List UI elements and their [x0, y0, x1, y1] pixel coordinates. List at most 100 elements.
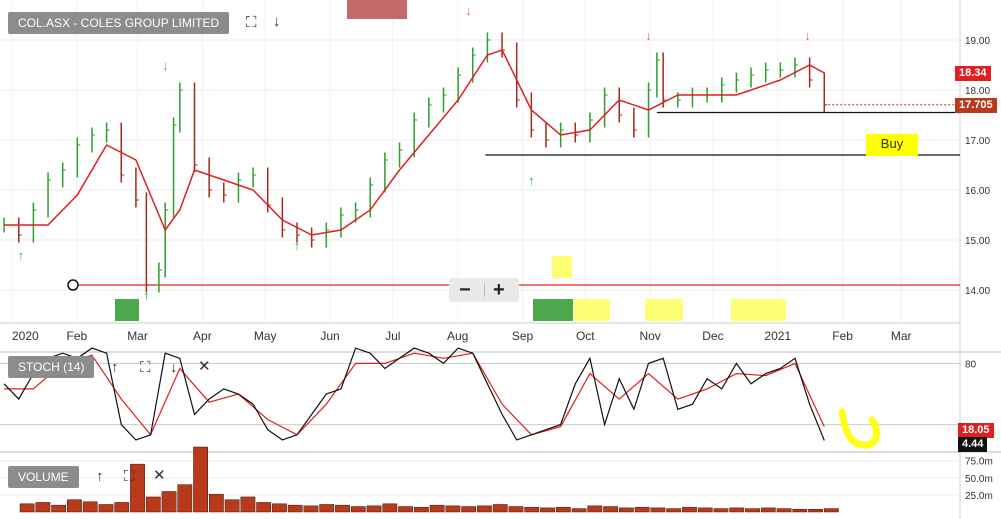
- volume-bar: [776, 508, 792, 513]
- volume-bar: [224, 499, 240, 513]
- volume-bar: [555, 506, 571, 513]
- volume-bar: [461, 506, 477, 513]
- stoch-k-line: [3, 347, 825, 441]
- volume-bar: [492, 504, 508, 513]
- volume-bar: [256, 502, 272, 513]
- x-tick-label: Oct: [576, 329, 595, 343]
- volume-bar: [177, 484, 193, 513]
- volume-bar: [524, 506, 540, 513]
- x-tick-label: Aug: [447, 329, 468, 343]
- zoom-in-button[interactable]: +: [493, 279, 505, 301]
- volume-tick-label: 50.0m: [965, 474, 993, 485]
- volume-bar: [350, 506, 366, 513]
- y-tick-label: 18.00: [965, 86, 990, 97]
- volume-bar: [82, 501, 98, 513]
- zoom-control: − +: [449, 278, 519, 302]
- volume-bar: [571, 508, 587, 513]
- buy-signal-arrow: ↑: [18, 248, 25, 263]
- x-tick-label: 2020: [12, 329, 39, 343]
- x-tick-label: Feb: [67, 329, 88, 343]
- x-tick-label: Mar: [127, 329, 148, 343]
- sell-signal-arrow: ↓: [465, 3, 472, 18]
- volume-bar: [98, 504, 114, 513]
- x-tick-label: 2021: [764, 329, 791, 343]
- volume-bar: [382, 503, 398, 513]
- volume-bar: [508, 506, 524, 513]
- highlight-scribble: [838, 408, 880, 449]
- x-tick-label: Dec: [702, 329, 723, 343]
- buy-signal-arrow: ↑: [143, 288, 150, 303]
- event-marker: [533, 299, 573, 321]
- zoom-out-button[interactable]: −: [459, 279, 471, 301]
- volume-bar: [398, 506, 413, 513]
- move-up-icon[interactable]: ↑: [96, 469, 104, 485]
- volume-bar: [429, 504, 445, 513]
- sell-signal-arrow: ↓: [162, 58, 169, 73]
- volume-tick-label: 25.0m: [965, 491, 993, 502]
- stoch-d-label: 18.05: [958, 423, 994, 438]
- volume-bar: [792, 509, 808, 513]
- buy-signal-arrow: ↑: [294, 238, 301, 253]
- volume-bar: [713, 508, 729, 513]
- volume-bar: [287, 504, 303, 513]
- volume-bar: [193, 446, 208, 513]
- y-tick-label: 14.00: [965, 286, 990, 297]
- stoch-k-label: 4.44: [958, 437, 988, 452]
- stoch-d-line: [4, 352, 825, 436]
- close-icon[interactable]: ✕: [198, 359, 211, 375]
- y-tick-label: 16.00: [965, 186, 990, 197]
- stoch-tick-label: 80: [965, 359, 977, 370]
- y-tick-label: 17.00: [965, 136, 990, 147]
- expand-icon[interactable]: ⛶: [124, 469, 135, 485]
- last-price-label: 17.705: [955, 98, 997, 113]
- arrow-down-icon[interactable]: ↓: [273, 14, 281, 30]
- volume-tick-label: 75.0m: [965, 457, 993, 468]
- volume-bar: [729, 507, 745, 513]
- volume-bar: [650, 507, 666, 513]
- volume-bar: [35, 502, 51, 513]
- volume-bar: [19, 503, 35, 513]
- volume-bar: [477, 505, 492, 513]
- arrow-down-icon[interactable]: ↓: [170, 360, 178, 376]
- close-icon[interactable]: ✕: [153, 468, 166, 484]
- volume-bar: [161, 491, 177, 513]
- event-marker: [574, 299, 610, 321]
- move-up-icon[interactable]: ↑: [111, 360, 119, 376]
- line-anchor-handle: [67, 279, 79, 291]
- stoch-title: STOCH (14): [8, 356, 95, 378]
- volume-bar: [240, 496, 256, 513]
- volume-bar: [67, 499, 82, 513]
- volume-bar: [145, 496, 161, 513]
- expand-icon[interactable]: ⛶: [140, 360, 151, 376]
- x-tick-label: Nov: [639, 329, 660, 343]
- y-tick-label: 15.00: [965, 236, 990, 247]
- volume-bar: [697, 507, 713, 513]
- chart-title: COL.ASX - COLES GROUP LIMITED: [8, 12, 230, 34]
- volume-bar: [335, 504, 350, 513]
- y-tick-label: 19.00: [965, 36, 990, 47]
- volume-bar: [587, 505, 603, 513]
- volume-bar: [682, 506, 697, 513]
- stock-chart[interactable]: 19.00 18.00 17.00 16.00 15.00 14.00 2020 Feb Mar…: [0, 0, 1001, 519]
- volume-bar: [760, 507, 776, 513]
- volume-bar: [114, 502, 130, 513]
- volume-bar: [603, 506, 618, 513]
- buy-signal-arrow: ↑: [528, 173, 535, 188]
- event-marker: [552, 256, 572, 278]
- volume-bar: [272, 503, 287, 513]
- x-tick-label: Jun: [320, 329, 339, 343]
- x-tick-label: May: [254, 329, 277, 343]
- volume-bar: [666, 508, 682, 513]
- volume-bar: [745, 508, 760, 513]
- volume-bar: [208, 493, 224, 513]
- volume-bar: [366, 505, 382, 513]
- expand-icon[interactable]: ⛶: [246, 15, 257, 31]
- volume-bar: [413, 506, 429, 513]
- sell-signal-arrow: ↓: [645, 28, 652, 43]
- buy-annotation[interactable]: Buy: [866, 134, 918, 156]
- drawing-markers-top: [347, 0, 407, 19]
- event-marker: [731, 299, 786, 321]
- volume-bar: [618, 507, 634, 513]
- volume-title: VOLUME: [8, 466, 79, 488]
- ma-price-label: 18.34: [955, 66, 991, 81]
